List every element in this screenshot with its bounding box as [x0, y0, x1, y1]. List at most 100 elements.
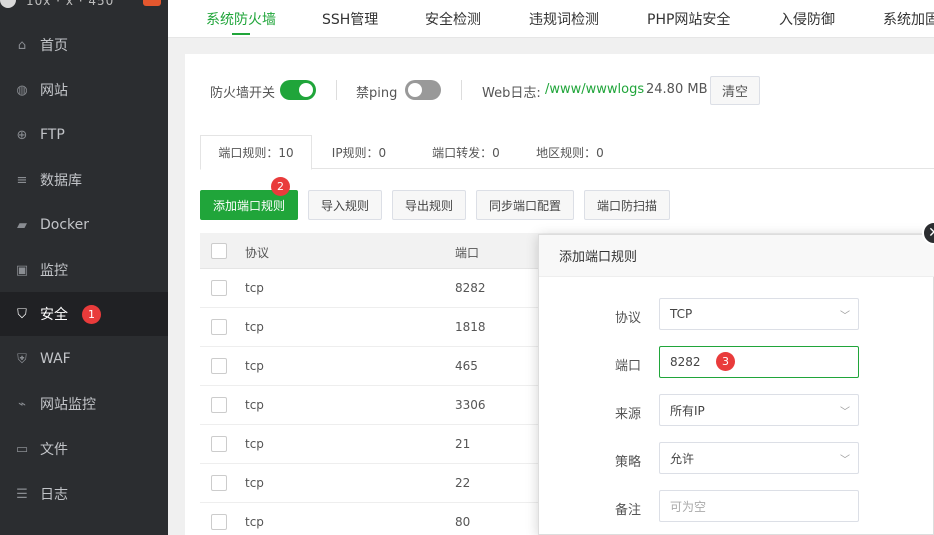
folder-icon: ▭: [15, 441, 29, 457]
cell-port: 1818: [455, 320, 486, 334]
step-badge-1: 1: [82, 304, 101, 324]
sidebar-item-logs[interactable]: ☰ 日志: [0, 472, 168, 516]
port-label: 端口: [615, 359, 642, 374]
sidebar-item-ftp[interactable]: ⊕ FTP: [0, 113, 168, 157]
row-checkbox[interactable]: [211, 358, 227, 374]
divider: [461, 80, 462, 100]
sidebar-item-website[interactable]: ◍ 网站: [0, 68, 168, 112]
protocol-value: TCP: [670, 307, 693, 321]
sidebar-item-label: 监控: [40, 263, 68, 279]
row-checkbox[interactable]: [211, 436, 227, 452]
note-label: 备注: [615, 503, 642, 518]
database-icon: ≡: [16, 172, 28, 188]
export-rules-button[interactable]: 导出规则: [392, 190, 466, 220]
waf-icon: ⛨: [17, 351, 27, 367]
tab-port-rules[interactable]: 端口规则：10: [200, 135, 312, 170]
log-icon: ☰: [16, 486, 28, 502]
monitor-icon: ▣: [15, 262, 29, 278]
policy-label: 策略: [615, 455, 642, 470]
row-checkbox[interactable]: [211, 475, 227, 491]
cell-protocol: tcp: [245, 437, 264, 451]
port-scan-protect-button[interactable]: 端口防扫描: [584, 190, 670, 220]
sidebar-item-label: WAF: [40, 351, 71, 367]
source-value: 所有IP: [670, 403, 705, 418]
ping-switch-label: 禁ping: [356, 86, 398, 101]
tab-hardening[interactable]: 系统加固: [883, 0, 934, 37]
sidebar-item-label: 网站监控: [40, 397, 96, 413]
weblog-size: 24.80 MB: [646, 82, 708, 97]
tab-region-rules[interactable]: 地区规则：0: [529, 135, 611, 169]
header-port: 端口: [455, 246, 480, 260]
sync-port-config-button[interactable]: 同步端口配置: [476, 190, 574, 220]
sidebar-item-label: 安全: [40, 307, 68, 323]
chevron-down-icon: ﹀: [840, 311, 850, 322]
docker-icon: ▰: [17, 217, 27, 233]
sidebar-item-label: 日志: [40, 487, 68, 503]
tab-ssh[interactable]: SSH管理: [322, 0, 378, 37]
sidebar-item-label: FTP: [40, 127, 65, 143]
sidebar-item-site-monitor[interactable]: ⌁ 网站监控: [0, 382, 168, 426]
protocol-select[interactable]: TCP ﹀: [659, 298, 859, 330]
sidebar-item-home[interactable]: ⌂ 首页: [0, 23, 168, 67]
cell-protocol: tcp: [245, 320, 264, 334]
row-checkbox[interactable]: [211, 397, 227, 413]
clear-log-button[interactable]: 清空: [710, 76, 760, 105]
weblog-label: Web日志:: [482, 86, 541, 101]
switch-row: 防火墙开关 禁ping Web日志: /www/wwwlogs 24.80 MB…: [185, 54, 934, 126]
tab-word-check[interactable]: 违规词检测: [529, 0, 599, 37]
sidebar-item-files[interactable]: ▭ 文件: [0, 427, 168, 471]
sidebar-item-label: 文件: [40, 442, 68, 458]
toggle-knob: [299, 83, 313, 97]
source-select[interactable]: 所有IP ﹀: [659, 394, 859, 426]
note-input[interactable]: 可为空: [659, 490, 859, 522]
row-checkbox[interactable]: [211, 280, 227, 296]
import-rules-button[interactable]: 导入规则: [308, 190, 382, 220]
weblog-path[interactable]: /www/wwwlogs: [545, 82, 644, 97]
cell-protocol: tcp: [245, 281, 264, 295]
toggle-knob: [408, 83, 422, 97]
sidebar-item-database[interactable]: ≡ 数据库: [0, 158, 168, 202]
port-input[interactable]: 8282 3: [659, 346, 859, 378]
sidebar-item-docker[interactable]: ▰ Docker: [0, 203, 168, 247]
shield-icon: ⛉: [17, 306, 27, 322]
step-badge-2: 2: [271, 177, 290, 196]
firewall-toggle[interactable]: [280, 80, 316, 100]
globe-icon: ◍: [16, 82, 28, 98]
sidebar-item-monitor[interactable]: ▣ 监控: [0, 248, 168, 292]
source-label: 来源: [615, 407, 642, 422]
sidebar-item-label: Docker: [40, 217, 90, 233]
tab-firewall[interactable]: 系统防火墙: [206, 0, 276, 37]
sidebar-item-label: 网站: [40, 83, 68, 99]
tab-php-security[interactable]: PHP网站安全: [647, 0, 730, 37]
tab-intrusion[interactable]: 入侵防御: [779, 0, 835, 37]
top-tab-bar: 系统防火墙 SSH管理 安全检测 违规词检测 PHP网站安全 入侵防御 系统加固: [168, 0, 934, 38]
sidebar-item-label: 首页: [40, 38, 68, 54]
rule-tabs: 端口规则：10 IP规则：0 端口转发：0 地区规则：0: [200, 135, 934, 170]
notification-badge[interactable]: [143, 0, 161, 6]
add-port-rule-dialog: 添加端口规则 协议 TCP ﹀ 端口 8282 3 来源 所有IP ﹀ 策略 允…: [538, 234, 934, 535]
tab-security-check[interactable]: 安全检测: [425, 0, 481, 37]
cell-port: 80: [455, 515, 471, 529]
header-protocol: 协议: [245, 246, 270, 260]
port-value: 8282: [670, 355, 701, 369]
protocol-label: 协议: [615, 311, 642, 326]
select-all-checkbox[interactable]: [211, 243, 227, 259]
cell-port: 8282: [455, 281, 486, 295]
tab-port-forward[interactable]: 端口转发：0: [426, 135, 506, 169]
ping-toggle[interactable]: [405, 80, 441, 100]
sidebar-item-security[interactable]: ⛉ 安全 1: [0, 292, 168, 336]
sidebar: 10x · x · 450 ⌂ 首页 ◍ 网站 ⊕ FTP ≡ 数据库 ▰ Do…: [0, 0, 168, 535]
sidebar-item-label: 数据库: [40, 173, 82, 189]
sidebar-item-waf[interactable]: ⛨ WAF: [0, 337, 168, 381]
ftp-icon: ⊕: [16, 127, 28, 143]
tab-ip-rules[interactable]: IP规则：0: [318, 135, 400, 169]
row-checkbox[interactable]: [211, 514, 227, 530]
cell-protocol: tcp: [245, 515, 264, 529]
divider: [336, 80, 337, 100]
avatar[interactable]: [0, 0, 16, 8]
row-checkbox[interactable]: [211, 319, 227, 335]
dialog-title: 添加端口规则: [539, 235, 934, 277]
chart-icon: ⌁: [18, 396, 26, 412]
policy-select[interactable]: 允许 ﹀: [659, 442, 859, 474]
cell-port: 3306: [455, 398, 486, 412]
